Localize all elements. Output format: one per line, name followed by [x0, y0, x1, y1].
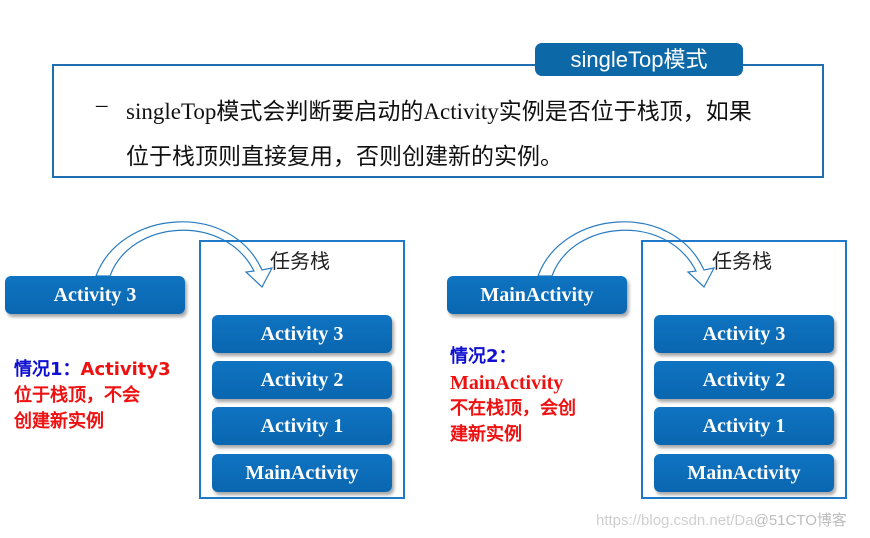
case1-stack-item: Activity 3: [212, 315, 392, 353]
case2-caption-line3: 不在栈顶，会创: [450, 398, 576, 419]
case1-launching-activity: Activity 3: [5, 276, 185, 314]
case2-caption-prefix: 情况2：: [450, 346, 517, 367]
case2-stack-item: MainActivity: [654, 454, 834, 492]
case1-stack-item: MainActivity: [212, 454, 392, 492]
case1-caption-prefix: 情况1：: [14, 359, 81, 380]
watermark-brand: @51CTO博客: [753, 512, 847, 529]
case2-stack-item: Activity 1: [654, 407, 834, 445]
case1-caption: 情况1：Activity3 位于栈顶，不会 创建新实例: [14, 357, 171, 435]
case1-caption-line3: 创建新实例: [14, 411, 104, 432]
case1-stack-title: 任务栈: [270, 249, 330, 273]
case2-stack-title: 任务栈: [712, 249, 772, 273]
case2-caption: 情况2： MainActivity 不在栈顶，会创 建新实例: [450, 344, 576, 448]
watermark-url: https://blog.csdn.net/Da: [596, 512, 754, 529]
case1-stack-item: Activity 1: [212, 407, 392, 445]
watermark: https://blog.csdn.net/Da@51CTO博客: [596, 509, 847, 530]
case2-stack-item: Activity 2: [654, 361, 834, 399]
case2-caption-line4: 建新实例: [450, 424, 522, 445]
case2-launching-activity: MainActivity: [447, 276, 627, 314]
case1-stack-item: Activity 2: [212, 361, 392, 399]
case2-caption-line2: MainActivity: [450, 372, 564, 394]
case1-caption-line2: 位于栈顶，不会: [14, 385, 140, 406]
case2-stack-item: Activity 3: [654, 315, 834, 353]
case1-caption-highlight: Activity3: [80, 359, 171, 380]
